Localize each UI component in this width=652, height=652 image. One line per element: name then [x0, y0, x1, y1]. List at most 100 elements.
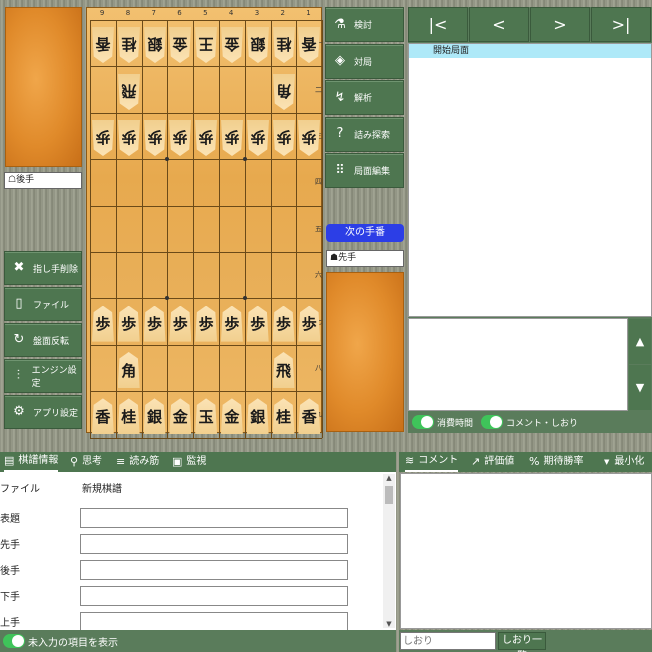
piece-char: 歩	[145, 316, 163, 332]
piece-char: 飛	[274, 362, 292, 378]
sente-piece[interactable]: 角	[118, 352, 140, 388]
gote-piece[interactable]: 銀	[144, 27, 166, 63]
gote-piece[interactable]: 歩	[169, 120, 191, 156]
nav-button-3[interactable]: >|	[591, 7, 651, 42]
piece-char: 歩	[197, 130, 216, 146]
right-tab-1[interactable]: ↗ 評価値	[471, 452, 514, 472]
show-empty-toggle[interactable]	[3, 634, 25, 648]
info-scrollbar[interactable]: ▲ ▼	[383, 474, 395, 628]
sente-piece[interactable]: 銀	[144, 398, 166, 434]
gote-piece[interactable]: 角	[273, 74, 295, 110]
comment-toggle[interactable]	[481, 415, 504, 429]
sente-piece[interactable]: 歩	[221, 306, 243, 342]
gote-piece[interactable]: 銀	[247, 27, 269, 63]
sente-piece[interactable]: 歩	[298, 306, 320, 342]
right-button-3[interactable]: ? 詰み探索	[325, 116, 404, 152]
piece-char: 銀	[249, 37, 268, 53]
right-button-2[interactable]: ↯ 解析	[325, 80, 404, 115]
gote-piece[interactable]: 歩	[144, 120, 166, 156]
sente-piece[interactable]: 金	[221, 398, 243, 434]
gote-piece[interactable]: 歩	[273, 120, 295, 156]
tab-2[interactable]: ≡ 読み筋	[116, 452, 159, 472]
sente-piece[interactable]: 歩	[92, 306, 114, 342]
sente-piece[interactable]: 歩	[144, 306, 166, 342]
shogi-board[interactable]: 987654321一二三四五六七八九 香桂銀金王金銀桂香飛角歩歩歩歩歩歩歩歩歩歩…	[86, 7, 324, 439]
sente-piece[interactable]: 歩	[195, 306, 217, 342]
sente-piece[interactable]: 桂	[118, 398, 140, 434]
nav-button-0[interactable]: |<	[408, 7, 468, 42]
sente-piece[interactable]: 歩	[118, 306, 140, 342]
gote-piece[interactable]: 歩	[247, 120, 269, 156]
sente-piece[interactable]: 銀	[247, 398, 269, 434]
right-button-label: 局面編集	[354, 167, 391, 177]
comment-tabbar: ≋ コメント ↗ 評価値 % 期待勝率 ▼ 最小化	[399, 452, 652, 472]
field-input[interactable]	[80, 508, 348, 528]
gote-piece[interactable]: 香	[298, 27, 320, 63]
gote-piece[interactable]: 歩	[298, 120, 320, 156]
piece-char: 歩	[171, 130, 190, 146]
piece-char: 銀	[145, 408, 163, 424]
left-button-2[interactable]: ↻ 盤面反転	[4, 323, 82, 357]
sente-piece[interactable]: 香	[298, 398, 320, 434]
field-input[interactable]	[80, 560, 348, 580]
nav-button-1[interactable]: <	[469, 7, 529, 42]
right-button-4[interactable]: ⠿ 局面編集	[325, 153, 404, 188]
time-toggle[interactable]	[412, 415, 434, 429]
sente-piece[interactable]: 香	[92, 398, 114, 434]
left-button-0[interactable]: ✖ 指し手削除	[4, 251, 82, 285]
bookmark-input[interactable]	[400, 632, 496, 650]
piece-char: 歩	[274, 316, 292, 332]
sente-piece[interactable]: 玉	[195, 398, 217, 434]
right-button-0[interactable]: ⚗ 検討	[325, 7, 404, 42]
gote-piece[interactable]: 香	[92, 27, 114, 63]
right-button-label: 詰み探索	[354, 130, 391, 141]
gote-piece[interactable]: 飛	[118, 74, 140, 110]
bookmark-list-button[interactable]: しおり一覧	[498, 632, 546, 652]
left-button-4[interactable]: ⚙ アプリ設定	[4, 395, 82, 429]
field-input[interactable]	[80, 612, 348, 632]
sente-piece[interactable]: 桂	[273, 398, 295, 434]
tab-1[interactable]: ⚲ 思考	[70, 452, 102, 472]
gote-piece[interactable]: 桂	[273, 27, 295, 63]
piece-char: 金	[222, 408, 241, 424]
field-input[interactable]	[80, 534, 348, 554]
tab-3[interactable]: ▣ 監視	[172, 452, 206, 472]
right-tab-2[interactable]: % 期待勝率	[529, 452, 583, 472]
move-list[interactable]: 開始局面	[408, 43, 652, 317]
gote-piece-stand[interactable]	[5, 7, 82, 167]
gote-piece[interactable]: 桂	[118, 27, 140, 63]
move-up-button[interactable]: ▲	[629, 319, 651, 364]
gote-piece[interactable]: 金	[169, 27, 191, 63]
tab-0[interactable]: ▤ 棋譜情報	[4, 452, 59, 472]
sente-piece-stand[interactable]	[326, 272, 404, 432]
sente-piece[interactable]: 金	[169, 398, 191, 434]
sente-piece[interactable]: 歩	[169, 306, 191, 342]
right-button-label: 検討	[354, 21, 373, 31]
minimize-button[interactable]: ▼ 最小化	[604, 452, 644, 472]
move-down-button[interactable]: ▼	[629, 365, 651, 410]
gote-piece[interactable]: 歩	[118, 120, 140, 156]
right-tab-0[interactable]: ≋ コメント	[405, 452, 459, 472]
file-icon: ▯	[15, 296, 23, 311]
field-label: 後手	[0, 566, 20, 577]
left-button-1[interactable]: ▯ ファイル	[4, 287, 82, 321]
gote-piece[interactable]: 歩	[195, 120, 217, 156]
nav-button-2[interactable]: >	[530, 7, 590, 42]
piece-char: 金	[223, 37, 242, 53]
sente-piece[interactable]: 歩	[273, 306, 295, 342]
sente-piece[interactable]: 歩	[247, 306, 269, 342]
left-button-3[interactable]: ⫶ エンジン設定	[4, 359, 82, 393]
gote-piece[interactable]: 金	[221, 27, 243, 63]
bookmark-row: しおり一覧	[399, 630, 652, 652]
comment-editor[interactable]	[400, 473, 652, 629]
comment-box[interactable]	[408, 318, 628, 411]
gote-piece[interactable]: 王	[195, 27, 217, 63]
sente-piece[interactable]: 飛	[273, 352, 295, 388]
info-tabbar: ▤ 棋譜情報 ⚲ 思考 ≡ 読み筋 ▣ 監視	[0, 452, 396, 472]
field-input[interactable]	[80, 586, 348, 606]
gote-piece[interactable]: 歩	[221, 120, 243, 156]
move-list-item[interactable]: 開始局面	[409, 44, 651, 58]
pin-icon: ⚲	[70, 455, 79, 468]
right-button-1[interactable]: ◈ 対局	[325, 43, 404, 79]
gote-piece[interactable]: 歩	[92, 120, 114, 156]
